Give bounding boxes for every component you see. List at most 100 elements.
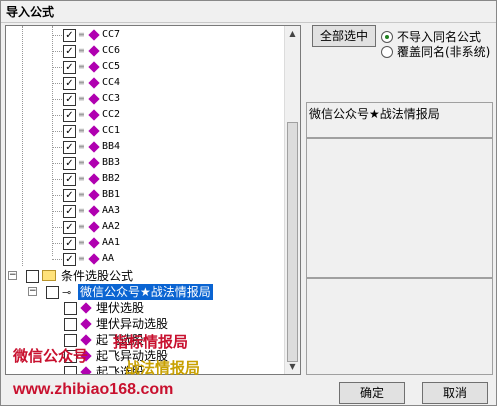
leaf-label: AA3 bbox=[102, 205, 121, 216]
scrollbar-thumb[interactable] bbox=[287, 122, 298, 362]
formula-leaf-icon: ≡ bbox=[78, 190, 85, 199]
tree-leaf-row[interactable]: ✓ ≡ BB1 bbox=[6, 187, 286, 203]
formula-leaf-icon: ≡ bbox=[78, 126, 85, 135]
folder-checkbox[interactable] bbox=[26, 270, 39, 283]
tree-leaf-row[interactable]: ✓ ≡ CC5 bbox=[6, 59, 286, 75]
formula-diamond-icon bbox=[88, 141, 100, 153]
tree-leaf-row[interactable]: ✓ ≡ AA2 bbox=[6, 219, 286, 235]
formula-diamond-icon bbox=[80, 334, 92, 346]
formula-diamond-icon bbox=[88, 253, 100, 265]
formula-leaf-icon: ≡ bbox=[78, 206, 85, 215]
leaf-checkbox[interactable]: ✓ bbox=[63, 253, 76, 266]
leaf-label: CC1 bbox=[102, 125, 121, 136]
cancel-button[interactable]: 取消 bbox=[422, 382, 488, 404]
tree-branch-line bbox=[52, 115, 62, 116]
leaf-checkbox[interactable]: ✓ bbox=[63, 77, 76, 90]
formula-leaf-icon: ≡ bbox=[78, 62, 85, 71]
leaf-checkbox[interactable]: ✓ bbox=[63, 173, 76, 186]
leaf-label: CC6 bbox=[102, 45, 121, 56]
leaf-checkbox[interactable]: ✓ bbox=[63, 45, 76, 58]
tree-branch-line bbox=[52, 195, 62, 196]
leaf-label: BB4 bbox=[102, 141, 121, 152]
formula-diamond-icon bbox=[80, 366, 92, 374]
tree-branch-line bbox=[52, 163, 62, 164]
tree-branch-line bbox=[52, 131, 62, 132]
leaf-label: AA bbox=[102, 253, 115, 264]
radio-on-icon[interactable] bbox=[381, 31, 393, 43]
leaf-checkbox[interactable]: ✓ bbox=[63, 205, 76, 218]
formula-leaf-icon: ≡ bbox=[78, 174, 85, 183]
leaf-checkbox[interactable]: ✓ bbox=[63, 125, 76, 138]
leaf-label: CC2 bbox=[102, 109, 121, 120]
tree-branch-line bbox=[52, 211, 62, 212]
formula-leaf-icon: ≡ bbox=[78, 94, 85, 103]
formula-diamond-icon bbox=[88, 93, 100, 105]
formula-leaf-icon: ≡ bbox=[78, 78, 85, 87]
formula-diamond-icon bbox=[88, 205, 100, 217]
formula-diamond-icon bbox=[88, 45, 100, 57]
leaf-checkbox[interactable]: ✓ bbox=[63, 61, 76, 74]
tree-sub-item-row[interactable]: 埋伏异动选股 bbox=[6, 316, 286, 332]
tree-branch-line bbox=[52, 243, 62, 244]
formula-tree[interactable]: ✓ ≡ CC7 ✓ ≡ CC6 ✓ ≡ CC5 ✓ ≡ CC4 ✓ ≡ CC3 … bbox=[5, 25, 301, 375]
select-all-button[interactable]: 全部选中 bbox=[312, 25, 376, 47]
sub-item-checkbox[interactable] bbox=[64, 302, 77, 315]
leaf-label: BB2 bbox=[102, 173, 121, 184]
tree-branch-line bbox=[52, 147, 62, 148]
leaf-checkbox[interactable]: ✓ bbox=[63, 189, 76, 202]
formula-leaf-icon: ≡ bbox=[78, 30, 85, 39]
formula-diamond-icon bbox=[88, 125, 100, 137]
tree-sub-item-row[interactable]: 埋伏选股 bbox=[6, 300, 286, 316]
leaf-checkbox[interactable]: ✓ bbox=[63, 157, 76, 170]
tree-leaf-row[interactable]: ✓ ≡ BB3 bbox=[6, 155, 286, 171]
tree-branch-line bbox=[52, 83, 62, 84]
tree-leaf-row[interactable]: ✓ ≡ CC6 bbox=[6, 43, 286, 59]
tree-leaf-row[interactable]: ✓ ≡ BB2 bbox=[6, 171, 286, 187]
key-icon: ⊸ bbox=[62, 286, 72, 299]
tree-leaf-row[interactable]: ✓ ≡ AA bbox=[6, 251, 286, 267]
tree-leaf-row[interactable]: ✓ ≡ CC2 bbox=[6, 107, 286, 123]
tree-leaf-row[interactable]: ✓ ≡ CC7 bbox=[6, 27, 286, 43]
folder-icon bbox=[42, 270, 56, 281]
leaf-checkbox[interactable]: ✓ bbox=[63, 109, 76, 122]
tree-folder-row[interactable]: − 条件选股公式 bbox=[6, 268, 286, 284]
leaf-label: CC3 bbox=[102, 93, 121, 104]
tree-leaf-row[interactable]: ✓ ≡ AA1 bbox=[6, 235, 286, 251]
leaf-label: AA1 bbox=[102, 237, 121, 248]
radio-off-icon[interactable] bbox=[381, 46, 393, 58]
scroll-down-icon[interactable]: ▼ bbox=[285, 359, 300, 374]
import-formula-dialog: 导入公式 ✓ ≡ CC7 ✓ ≡ CC6 ✓ ≡ CC5 ✓ ≡ CC4 ✓ ≡… bbox=[0, 0, 497, 406]
formula-diamond-icon bbox=[88, 109, 100, 121]
dialog-title: 导入公式 bbox=[1, 1, 496, 23]
watermark-indicator: 指标情报局 bbox=[113, 333, 189, 351]
sub-item-checkbox[interactable] bbox=[64, 318, 77, 331]
sub-item-checkbox[interactable] bbox=[64, 366, 77, 374]
tree-branch-line bbox=[52, 67, 62, 68]
formula-leaf-icon: ≡ bbox=[78, 158, 85, 167]
tree-leaf-row[interactable]: ✓ ≡ CC1 bbox=[6, 123, 286, 139]
leaf-checkbox[interactable]: ✓ bbox=[63, 29, 76, 42]
description-pane bbox=[306, 138, 493, 278]
tree-vertical-scrollbar[interactable]: ▲ ▼ bbox=[284, 26, 300, 374]
subfolder-checkbox[interactable] bbox=[46, 286, 59, 299]
leaf-checkbox[interactable]: ✓ bbox=[63, 141, 76, 154]
leaf-checkbox[interactable]: ✓ bbox=[63, 93, 76, 106]
leaf-label: BB3 bbox=[102, 157, 121, 168]
confirm-button[interactable]: 确定 bbox=[339, 382, 405, 404]
tree-leaf-row[interactable]: ✓ ≡ CC4 bbox=[6, 75, 286, 91]
leaf-checkbox[interactable]: ✓ bbox=[63, 237, 76, 250]
collapse-icon[interactable]: − bbox=[28, 287, 37, 296]
tree-subfolder-row[interactable]: − ⊸ 微信公众号★战法情报局 bbox=[6, 284, 286, 300]
tree-leaf-row[interactable]: ✓ ≡ BB4 bbox=[6, 139, 286, 155]
tree-leaf-row[interactable]: ✓ ≡ CC3 bbox=[6, 91, 286, 107]
leaf-checkbox[interactable]: ✓ bbox=[63, 221, 76, 234]
tree-branch-line bbox=[52, 35, 62, 36]
formula-leaf-icon: ≡ bbox=[78, 254, 85, 263]
folder-label: 条件选股公式 bbox=[61, 269, 134, 283]
formula-leaf-icon: ≡ bbox=[78, 238, 85, 247]
leaf-label: AA2 bbox=[102, 221, 121, 232]
collapse-icon[interactable]: − bbox=[8, 271, 17, 280]
scroll-up-icon[interactable]: ▲ bbox=[285, 26, 300, 41]
tree-leaf-row[interactable]: ✓ ≡ AA3 bbox=[6, 203, 286, 219]
formula-leaf-icon: ≡ bbox=[78, 46, 85, 55]
